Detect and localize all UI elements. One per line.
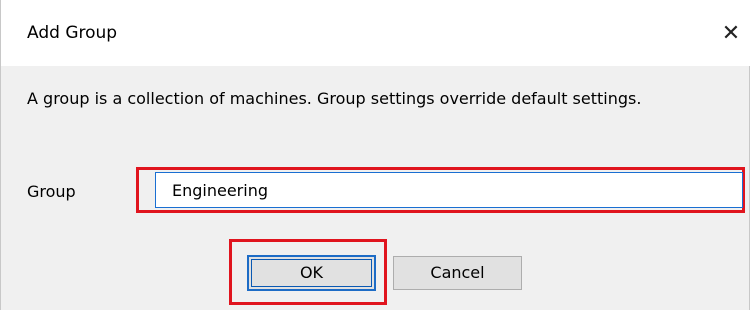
dialog-description: A group is a collection of machines. Gro… bbox=[27, 89, 642, 108]
group-label: Group bbox=[27, 182, 76, 201]
cancel-button-label: Cancel bbox=[430, 263, 485, 282]
dialog-title: Add Group bbox=[27, 23, 118, 43]
cancel-button[interactable]: Cancel bbox=[393, 256, 522, 290]
add-group-dialog: Add Group ✕ A group is a collection of m… bbox=[0, 0, 750, 310]
close-icon[interactable]: ✕ bbox=[711, 14, 750, 54]
ok-button[interactable]: OK bbox=[247, 255, 376, 291]
group-name-input[interactable] bbox=[155, 172, 743, 208]
title-bar: Add Group ✕ bbox=[1, 0, 750, 66]
ok-button-focus-ring bbox=[251, 259, 372, 287]
